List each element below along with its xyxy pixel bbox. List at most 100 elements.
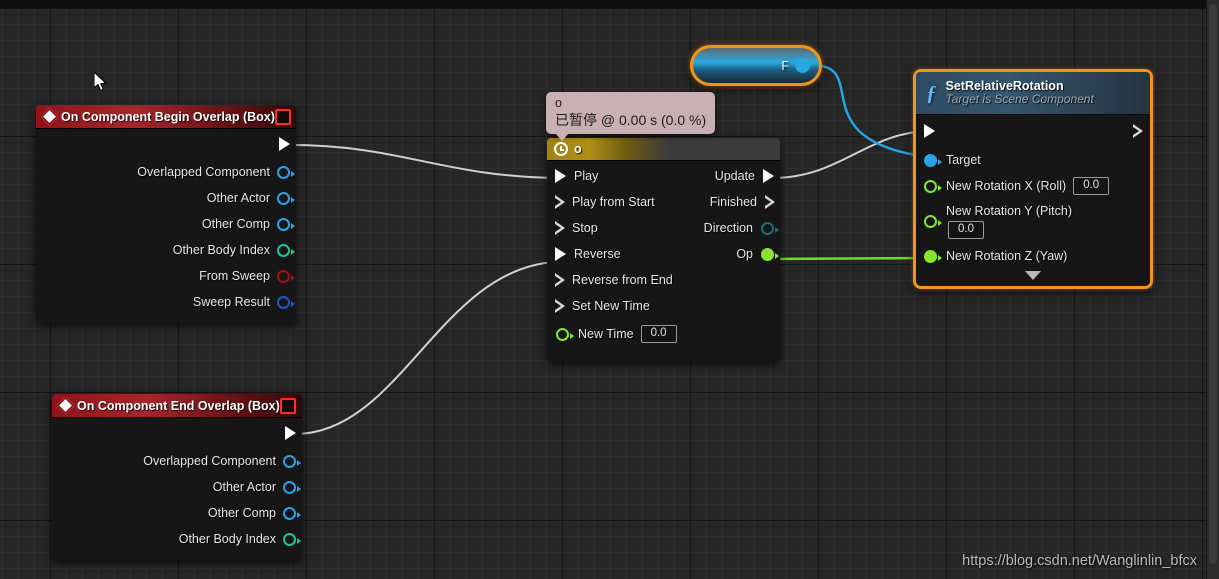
pin-label: Op	[736, 247, 753, 261]
node-title-bar[interactable]: On Component Begin Overlap (Box)	[36, 105, 296, 129]
output-row-from-sweep[interactable]: From Sweep	[36, 263, 296, 289]
pin-label: Set New Time	[572, 299, 650, 313]
new-rotation-x-input[interactable]: 0.0	[1073, 177, 1110, 195]
output-row-other-body-index[interactable]: Other Body Index	[52, 526, 302, 552]
pin-overlapped-component[interactable]	[277, 165, 295, 179]
input-row-target[interactable]: Target	[916, 147, 1150, 173]
output-row-other-actor[interactable]: Other Actor	[52, 474, 302, 500]
pin-other-body-index[interactable]	[277, 243, 295, 257]
output-row-sweep-result[interactable]: Sweep Result	[36, 289, 296, 315]
node-timeline[interactable]: o Play Update Play from Start Finished S…	[547, 138, 780, 361]
input-row-play-from-start[interactable]: Play from Start	[547, 189, 677, 215]
pin-label: New Time	[578, 327, 634, 341]
node-title-bar[interactable]: ƒ SetRelativeRotation Target is Scene Co…	[916, 72, 1150, 115]
exec-output-row[interactable]	[52, 418, 302, 448]
pin-label: Reverse from End	[572, 273, 673, 287]
vertical-scrollbar-thumb[interactable]	[1209, 4, 1217, 564]
node-on-component-begin-overlap[interactable]: On Component Begin Overlap (Box) Overlap…	[36, 105, 296, 323]
exec-input-pin-play[interactable]	[555, 169, 566, 183]
input-row-stop[interactable]: Stop	[547, 215, 677, 241]
pin-new-rotation-z[interactable]	[924, 249, 942, 263]
output-row-other-comp[interactable]: Other Comp	[36, 211, 296, 237]
pin-other-actor[interactable]	[283, 480, 301, 494]
pin-label: Direction	[703, 221, 753, 235]
output-row-overlapped-component[interactable]: Overlapped Component	[52, 448, 302, 474]
pin-label: Other Comp	[207, 506, 276, 520]
exec-output-pin[interactable]	[285, 426, 296, 440]
exec-output-pin-finished[interactable]	[765, 195, 775, 209]
pin-label: Other Body Index	[178, 532, 276, 546]
pin-label: New Rotation X (Roll)	[946, 179, 1067, 193]
pin-label: Play	[574, 169, 599, 183]
exec-input-pin-stop[interactable]	[555, 221, 565, 235]
input-row-play[interactable]: Play	[547, 163, 677, 189]
variable-label: F	[781, 58, 789, 73]
input-row-reverse-from-end[interactable]: Reverse from End	[547, 267, 677, 293]
output-row-other-comp[interactable]: Other Comp	[52, 500, 302, 526]
wire-begin-overlap-to-play	[289, 144, 557, 179]
node-body: Overlapped Component Other Actor Other C…	[36, 129, 296, 323]
pin-overlapped-component[interactable]	[283, 454, 301, 468]
node-title: SetRelativeRotation	[945, 79, 1064, 94]
input-row-new-rotation-z[interactable]: New Rotation Z (Yaw)	[916, 243, 1150, 269]
input-row-new-rotation-y[interactable]: New Rotation Y (Pitch) 0.0	[916, 199, 1150, 243]
pin-other-body-index[interactable]	[283, 532, 301, 546]
event-diamond-icon	[40, 107, 59, 126]
red-square-icon[interactable]	[274, 108, 291, 125]
exec-output-pin[interactable]	[279, 137, 290, 151]
event-diamond-icon	[56, 396, 75, 415]
pin-op[interactable]	[761, 247, 779, 261]
debug-tooltip-status: 已暂停 @ 0.00 s (0.0 %)	[555, 111, 707, 128]
output-row-other-body-index[interactable]: Other Body Index	[36, 237, 296, 263]
pin-direction[interactable]	[761, 221, 779, 235]
node-set-relative-rotation[interactable]: ƒ SetRelativeRotation Target is Scene Co…	[913, 69, 1153, 289]
exec-output-pin[interactable]	[1133, 124, 1143, 138]
pin-other-comp[interactable]	[277, 217, 295, 231]
node-variable-getter-f[interactable]: F	[690, 45, 822, 86]
output-row-other-actor[interactable]: Other Actor	[36, 185, 296, 211]
pin-from-sweep[interactable]	[277, 269, 295, 283]
pin-variable-output[interactable]	[795, 58, 812, 73]
output-row-op[interactable]: Op	[677, 241, 780, 267]
red-square-icon[interactable]	[280, 397, 296, 414]
exec-row[interactable]	[916, 115, 1150, 147]
new-time-value-input[interactable]: 0.0	[640, 325, 677, 343]
input-row-set-new-time[interactable]: Set New Time	[547, 293, 677, 319]
pin-target[interactable]	[924, 153, 942, 167]
mouse-cursor	[94, 72, 107, 92]
pin-label: Sweep Result	[192, 295, 270, 309]
pin-other-comp[interactable]	[283, 506, 301, 520]
expand-down-arrow-icon[interactable]	[1025, 271, 1041, 280]
output-row-finished[interactable]: Finished	[677, 189, 780, 215]
node-title: On Component Begin Overlap (Box)	[61, 109, 275, 124]
output-row-update[interactable]: Update	[677, 163, 780, 189]
node-title-bar[interactable]: o	[547, 138, 780, 161]
pin-label: Other Comp	[201, 217, 270, 231]
pin-label: From Sweep	[199, 269, 270, 283]
pin-label: Stop	[572, 221, 598, 235]
output-row-overlapped-component[interactable]: Overlapped Component	[36, 159, 296, 185]
new-rotation-y-input[interactable]: 0.0	[948, 220, 984, 239]
exec-input-pin-set-new-time[interactable]	[555, 299, 565, 313]
pin-sweep-result[interactable]	[277, 295, 295, 309]
pin-other-actor[interactable]	[277, 191, 295, 205]
input-row-new-rotation-x[interactable]: New Rotation X (Roll) 0.0	[916, 173, 1150, 199]
output-row-direction[interactable]: Direction	[677, 215, 780, 241]
pin-new-time[interactable]	[556, 327, 574, 341]
exec-output-pin-update[interactable]	[763, 169, 774, 183]
input-row-reverse[interactable]: Reverse	[547, 241, 677, 267]
node-title-bar[interactable]: On Component End Overlap (Box)	[52, 394, 302, 418]
pin-label: New Rotation Y (Pitch)	[946, 203, 1072, 218]
exec-input-pin[interactable]	[924, 124, 935, 138]
pin-new-rotation-y[interactable]	[924, 214, 942, 228]
node-on-component-end-overlap[interactable]: On Component End Overlap (Box) Overlappe…	[52, 394, 302, 560]
pin-label: Finished	[709, 195, 757, 209]
pin-new-rotation-x[interactable]	[924, 179, 942, 193]
blueprint-graph-canvas[interactable]: On Component Begin Overlap (Box) Overlap…	[0, 0, 1219, 579]
exec-input-pin-reverse[interactable]	[555, 247, 566, 261]
exec-input-pin-reverse-from-end[interactable]	[555, 273, 565, 287]
exec-output-row[interactable]	[36, 129, 296, 159]
exec-input-pin-play-from-start[interactable]	[555, 195, 565, 209]
input-row-new-time[interactable]: New Time 0.0	[547, 319, 677, 349]
